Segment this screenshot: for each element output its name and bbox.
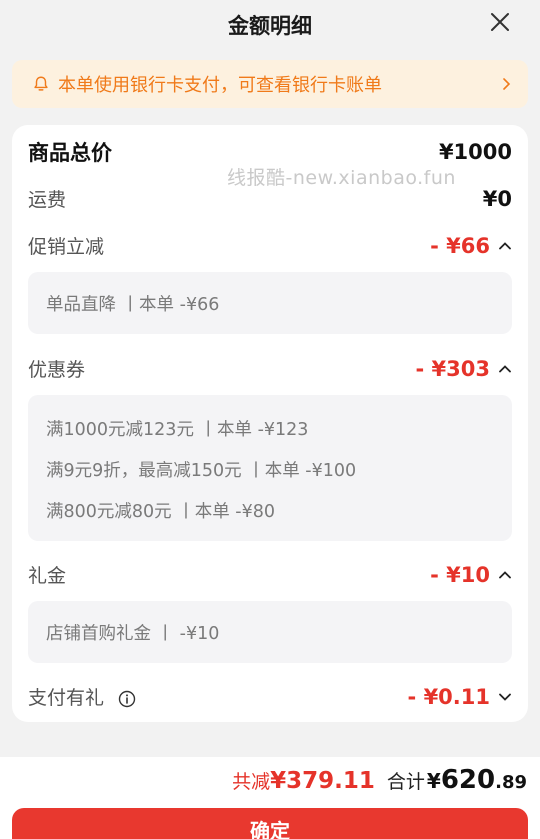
totals: 共减 ¥379.11 合计 ¥ 620 .89 xyxy=(232,765,527,795)
gift-details: 店铺首购礼金 丨 -¥10 xyxy=(28,601,512,663)
shipping-label: 运费 xyxy=(28,189,67,211)
chevron-down-icon xyxy=(499,693,511,701)
payment-gift-label: 支付有礼 xyxy=(28,687,105,709)
total-label: 合计 xyxy=(386,771,425,793)
chevron-up-icon xyxy=(499,364,511,372)
payment-gift-label-wrap: 支付有礼 xyxy=(28,683,408,710)
discount-value: ¥379.11 xyxy=(270,768,375,794)
amount-detail-card: 商品总价 ¥1000 线报酷-new.xianbao.fun 运费 ¥0 促销立… xyxy=(12,125,528,722)
promotion-row[interactable]: 促销立减 - ¥66 xyxy=(28,232,512,259)
coupon-label: 优惠券 xyxy=(28,359,86,381)
chevron-up-icon xyxy=(499,570,511,578)
promotion-detail-item: 单品直降 丨本单 -¥66 xyxy=(46,295,220,315)
total-currency: ¥ xyxy=(426,769,441,793)
bank-card-notice[interactable]: 本单使用银行卡支付，可查看银行卡账单 xyxy=(12,60,528,108)
header: 金额明细 xyxy=(0,0,540,52)
confirm-button[interactable]: 确定 xyxy=(12,808,528,839)
gift-label: 礼金 xyxy=(28,565,67,587)
promotion-label: 促销立减 xyxy=(28,236,105,258)
gift-detail-item: 店铺首购礼金 丨 -¥10 xyxy=(46,624,220,644)
info-icon[interactable] xyxy=(118,690,136,708)
total-decimal: .89 xyxy=(495,772,527,793)
total-integer: 620 xyxy=(440,765,496,795)
footer-bar: 共减 ¥379.11 合计 ¥ 620 .89 确定 xyxy=(0,757,540,839)
gift-row[interactable]: 礼金 - ¥10 xyxy=(28,561,512,588)
discount-label: 共减 xyxy=(232,771,271,793)
coupon-row[interactable]: 优惠券 - ¥303 xyxy=(28,355,512,382)
coupon-detail-item: 满9元9折，最高减150元 丨本单 -¥100 xyxy=(46,461,357,481)
gift-value: - ¥10 xyxy=(430,562,490,587)
page-title: 金额明细 xyxy=(228,14,312,38)
promotion-details: 单品直降 丨本单 -¥66 xyxy=(28,272,512,334)
close-icon[interactable] xyxy=(488,10,512,34)
promotion-value: - ¥66 xyxy=(430,233,490,258)
shipping-row: 运费 ¥0 xyxy=(28,185,512,212)
shipping-value: ¥0 xyxy=(482,186,512,211)
bell-icon xyxy=(34,76,48,91)
coupon-detail-item: 满1000元减123元 丨本单 -¥123 xyxy=(46,420,309,440)
goods-total-value: ¥1000 xyxy=(438,140,512,164)
notice-text: 本单使用银行卡支付，可查看银行卡账单 xyxy=(58,75,382,96)
chevron-up-icon xyxy=(499,241,511,249)
chevron-right-icon xyxy=(503,78,511,90)
payment-gift-row[interactable]: 支付有礼 - ¥0.11 xyxy=(28,683,512,710)
coupon-details: 满1000元减123元 丨本单 -¥123 满9元9折，最高减150元 丨本单 … xyxy=(28,395,512,541)
coupon-detail-item: 满800元减80元 丨本单 -¥80 xyxy=(46,502,276,522)
coupon-value: - ¥303 xyxy=(415,356,490,381)
payment-gift-value: - ¥0.11 xyxy=(407,684,490,709)
